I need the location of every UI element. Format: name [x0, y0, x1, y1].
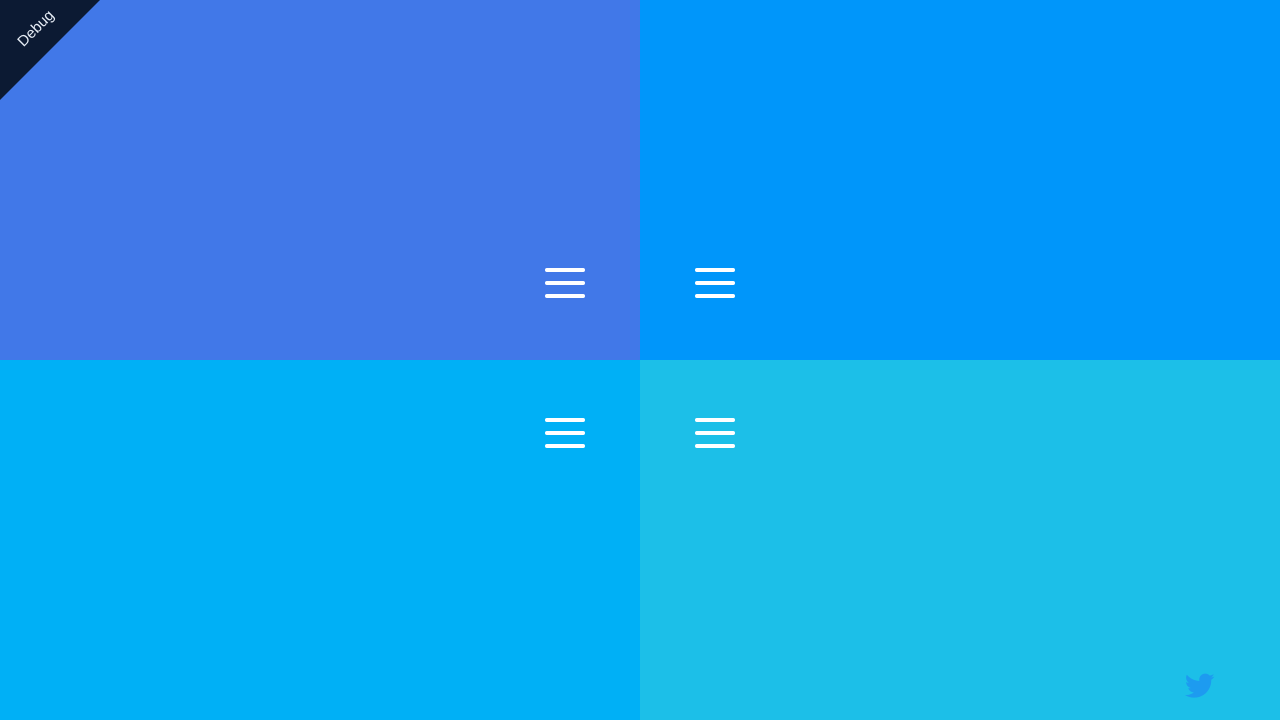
menu-button-top-left[interactable]	[545, 266, 585, 300]
quadrant-bottom-left	[0, 360, 640, 720]
twitter-bird-icon[interactable]	[1185, 673, 1215, 699]
menu-button-top-right[interactable]	[695, 266, 735, 300]
menu-button-bottom-left[interactable]	[545, 416, 585, 450]
hamburger-menu-icon	[545, 418, 585, 422]
quadrant-bottom-right	[640, 360, 1280, 720]
hamburger-menu-icon	[695, 268, 735, 272]
quadrant-top-left	[0, 0, 640, 360]
hamburger-menu-icon	[545, 268, 585, 272]
hamburger-menu-icon	[695, 418, 735, 422]
app-stage: Debug	[0, 0, 1280, 720]
menu-button-bottom-right[interactable]	[695, 416, 735, 450]
quadrant-top-right	[640, 0, 1280, 360]
